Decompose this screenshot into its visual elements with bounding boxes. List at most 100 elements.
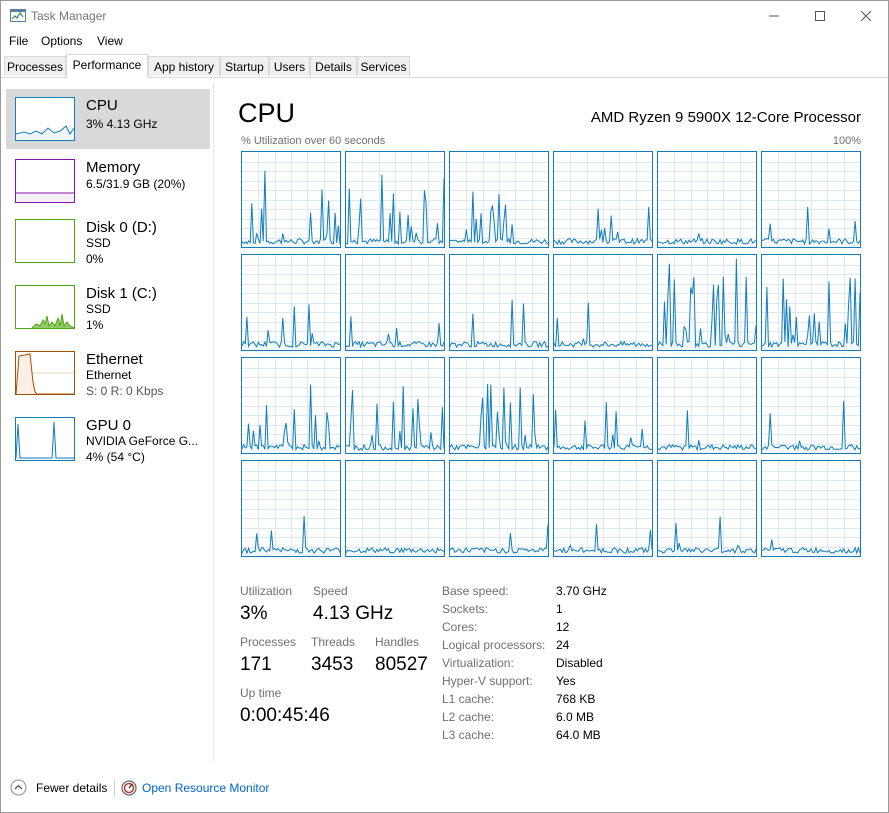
utilization-trace — [762, 152, 860, 247]
logical-processor-graph — [657, 460, 757, 557]
spec-value-l2-cache: 6.0 MB — [556, 710, 595, 724]
menu-file[interactable]: File — [9, 34, 28, 48]
logical-processor-graph — [449, 460, 549, 557]
tab-startup[interactable]: Startup — [220, 56, 269, 76]
sidebar-item-gpu-0[interactable]: GPU 0 NVIDIA GeForce G... 4% (54 °C) — [6, 409, 210, 469]
graph-max-label: 100% — [832, 135, 861, 147]
uptime-value: 0:00:45:46 — [240, 705, 330, 726]
tab-processes[interactable]: Processes — [4, 56, 66, 76]
sidebar-title: Ethernet — [86, 351, 143, 368]
sidebar-title: CPU — [86, 97, 118, 114]
close-button[interactable] — [843, 1, 888, 31]
speed-label: Speed — [313, 584, 348, 598]
spec-label-l1-cache: L1 cache: — [442, 692, 495, 706]
logical-processor-graph — [449, 151, 549, 248]
menu-options[interactable]: Options — [41, 34, 82, 48]
sidebar-detail-2: 1% — [86, 318, 104, 332]
sidebar-item-disk-0[interactable]: Disk 0 (D:) SSD 0% — [6, 211, 210, 271]
utilization-label: Utilization — [240, 584, 293, 598]
utilization-trace — [658, 152, 756, 247]
ethernet-thumbnail-graph — [15, 351, 75, 395]
utilization-trace — [450, 461, 548, 556]
fewer-details-link[interactable]: Fewer details — [36, 781, 107, 795]
handles-value: 80527 — [375, 654, 428, 675]
sidebar-detail: SSD — [86, 236, 111, 250]
maximize-button[interactable] — [797, 1, 843, 31]
utilization-trace — [554, 152, 652, 247]
tab-app-history[interactable]: App history — [148, 56, 220, 76]
processes-value: 171 — [240, 654, 272, 675]
chevron-up-circle-icon — [10, 779, 27, 796]
task-manager-icon — [10, 9, 26, 22]
utilization-trace — [554, 461, 652, 556]
sidebar-detail-2: S: 0 R: 0 Kbps — [86, 384, 164, 398]
sidebar-item-ethernet[interactable]: Ethernet Ethernet S: 0 R: 0 Kbps — [6, 343, 210, 403]
menu-bar: File Options View — [1, 31, 888, 51]
threads-value: 3453 — [311, 654, 354, 675]
disk0-thumbnail-graph — [15, 219, 75, 263]
sidebar-title: Disk 0 (D:) — [86, 219, 157, 236]
spec-label-cores: Cores: — [442, 620, 478, 634]
spec-value-l3-cache: 64.0 MB — [556, 728, 601, 742]
title-bar[interactable]: Task Manager — [1, 1, 888, 31]
spec-label-sockets: Sockets: — [442, 602, 489, 616]
logical-processor-graph — [553, 254, 653, 351]
gpu-thumbnail-chart — [15, 421, 74, 460]
logical-processor-graph — [657, 357, 757, 454]
memory-thumbnail-graph — [15, 159, 75, 203]
disk1-thumbnail-graph — [15, 285, 75, 329]
sidebar-item-disk-1[interactable]: Disk 1 (C:) SSD 1% — [6, 277, 210, 337]
resource-monitor-icon — [121, 780, 137, 796]
task-manager-window: Task Manager File Options View Processes… — [0, 0, 889, 813]
utilization-trace — [242, 255, 340, 350]
sidebar-detail-2: 0% — [86, 252, 104, 266]
open-resource-monitor-link[interactable]: Open Resource Monitor — [142, 781, 269, 795]
spec-value-cores: 12 — [556, 620, 570, 634]
sidebar-item-memory[interactable]: Memory 6.5/31.9 GB (20%) — [6, 151, 210, 211]
ethernet-thumbnail-chart — [15, 353, 74, 395]
utilization-trace — [554, 358, 652, 453]
uptime-label: Up time — [240, 686, 282, 700]
utilization-trace — [658, 461, 756, 556]
spec-value-base-speed: 3.70 GHz — [556, 584, 607, 598]
fewer-details-button[interactable] — [10, 779, 27, 796]
spec-value-sockets: 1 — [556, 602, 563, 616]
tab-performance[interactable]: Performance — [66, 54, 148, 78]
logical-processor-graph — [761, 357, 861, 454]
tab-services[interactable]: Services — [357, 56, 410, 76]
spec-label-l3-cache: L3 cache: — [442, 728, 495, 742]
minimize-icon — [769, 15, 779, 17]
sidebar-item-cpu[interactable]: CPU 3% 4.13 GHz — [6, 89, 210, 149]
logical-processor-graph — [657, 151, 757, 248]
logical-processor-graph — [761, 254, 861, 351]
tab-bar: Processes Performance App history Startu… — [1, 54, 888, 78]
sidebar-title: Memory — [86, 159, 141, 176]
sidebar-title: GPU 0 — [86, 417, 132, 434]
footer-separator — [114, 779, 115, 797]
tab-users[interactable]: Users — [269, 56, 310, 76]
close-icon — [861, 11, 871, 21]
sidebar-divider — [213, 83, 214, 761]
cpu-thumbnail-graph — [15, 97, 75, 141]
utilization-trace — [242, 461, 340, 556]
spec-value-virtualization: Disabled — [556, 656, 603, 670]
utilization-trace — [346, 255, 444, 350]
logical-processor-graph — [657, 254, 757, 351]
spec-label-base-speed: Base speed: — [442, 584, 509, 598]
window-title: Task Manager — [31, 9, 107, 23]
utilization-trace — [658, 358, 756, 453]
logical-processor-graph — [345, 460, 445, 557]
sidebar-detail-2: 4% (54 °C) — [86, 450, 145, 464]
utilization-trace — [762, 461, 860, 556]
spec-value-hyper-v: Yes — [556, 674, 576, 688]
memory-thumbnail-chart — [16, 192, 74, 202]
utilization-trace — [346, 461, 444, 556]
cpu-thumbnail-chart — [15, 125, 75, 140]
sidebar-detail: 3% 4.13 GHz — [86, 117, 158, 131]
processor-name: AMD Ryzen 9 5900X 12-Core Processor — [590, 109, 861, 126]
gpu-thumbnail-graph — [15, 417, 75, 461]
threads-label: Threads — [311, 635, 356, 649]
tab-details[interactable]: Details — [310, 56, 357, 76]
minimize-button[interactable] — [751, 1, 797, 31]
menu-view[interactable]: View — [97, 34, 123, 48]
